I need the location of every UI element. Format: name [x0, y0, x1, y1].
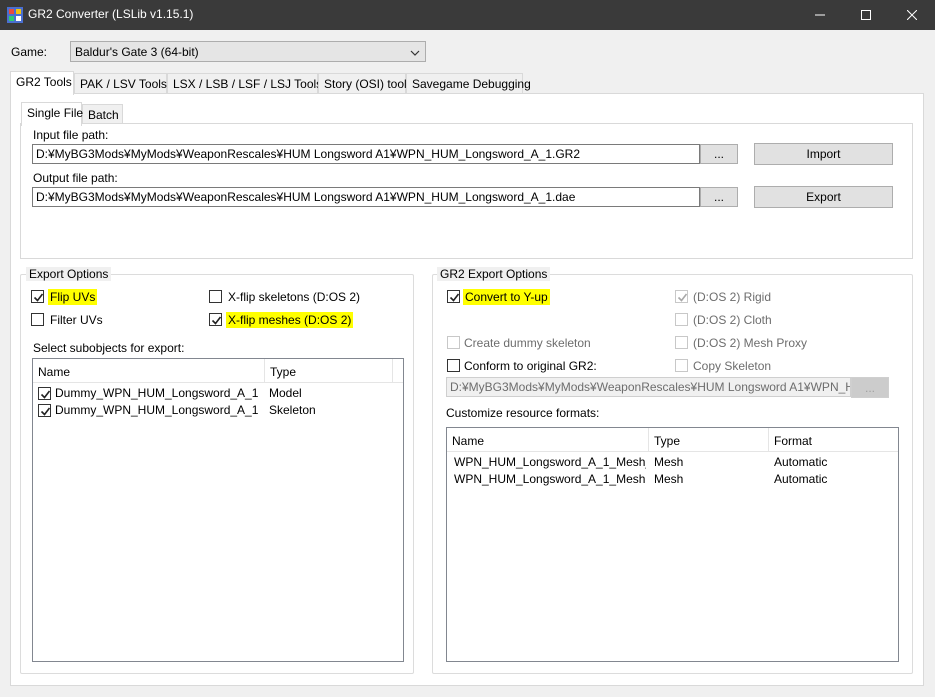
- mesh-proxy-label: (D:OS 2) Mesh Proxy: [693, 336, 808, 350]
- input-path-label: Input file path:: [33, 128, 109, 142]
- column-header-format[interactable]: Format: [769, 428, 898, 452]
- table-row[interactable]: Dummy_WPN_HUM_Longsword_A_1 Model: [33, 385, 403, 402]
- conform-checkbox[interactable]: [447, 359, 460, 372]
- chevron-down-icon: [410, 47, 420, 57]
- filter-uvs-checkbox[interactable]: [31, 313, 44, 326]
- title-bar: GR2 Converter (LSLib v1.15.1): [0, 0, 935, 30]
- row-type: Mesh: [654, 472, 684, 486]
- minimize-button[interactable]: [797, 0, 843, 30]
- row-format: Automatic: [774, 472, 828, 486]
- tab-savegame-debugging[interactable]: Savegame Debugging: [406, 73, 531, 94]
- checkmark-icon: [33, 293, 44, 302]
- output-path-label: Output file path:: [33, 171, 118, 185]
- row-checkbox[interactable]: [38, 404, 51, 417]
- tab-batch[interactable]: Batch: [82, 104, 123, 125]
- formats-label: Customize resource formats:: [446, 406, 600, 420]
- convert-yup-label: Convert to Y-up: [463, 289, 550, 305]
- table-row[interactable]: WPN_HUM_Longsword_A_1_Mesh_... Mesh Auto…: [447, 454, 898, 471]
- cloth-checkbox[interactable]: [675, 313, 688, 326]
- cloth-label: (D:OS 2) Cloth: [693, 313, 772, 327]
- subobjects-list[interactable]: Name Type Dummy_WPN_HUM_Longsword_A_1 Mo…: [32, 358, 404, 662]
- export-options-title: Export Options: [26, 267, 112, 281]
- table-row[interactable]: Dummy_WPN_HUM_Longsword_A_1 Skeleton: [33, 402, 403, 419]
- maximize-button[interactable]: [843, 0, 889, 30]
- game-dropdown-value: Baldur's Gate 3 (64-bit): [75, 45, 199, 59]
- dummy-skeleton-checkbox[interactable]: [447, 336, 460, 349]
- xflip-skeletons-label: X-flip skeletons (D:OS 2): [228, 290, 361, 304]
- row-checkbox[interactable]: [38, 387, 51, 400]
- xflip-meshes-label: X-flip meshes (D:OS 2): [226, 312, 354, 328]
- row-type: Skeleton: [269, 403, 316, 417]
- tab-lsx-tools[interactable]: LSX / LSB / LSF / LSJ Tools: [167, 73, 322, 94]
- conform-path-field[interactable]: D:¥MyBG3Mods¥MyMods¥WeaponRescales¥HUM L…: [446, 377, 851, 397]
- tab-single-file[interactable]: Single File: [21, 102, 83, 126]
- xflip-meshes-checkbox[interactable]: [209, 313, 222, 326]
- game-dropdown[interactable]: Baldur's Gate 3 (64-bit): [70, 41, 426, 62]
- checkmark-icon: [40, 407, 51, 416]
- filter-uvs-label: Filter UVs: [50, 313, 103, 327]
- subobjects-header: Name Type: [33, 359, 403, 383]
- column-header-name[interactable]: Name: [33, 359, 265, 383]
- checkmark-icon: [449, 293, 460, 302]
- flip-uvs-checkbox[interactable]: [31, 290, 44, 303]
- row-format: Automatic: [774, 455, 828, 469]
- checkmark-icon: [677, 293, 688, 302]
- input-browse-button[interactable]: ...: [700, 144, 738, 164]
- row-type: Model: [269, 386, 302, 400]
- column-header-name[interactable]: Name: [447, 428, 649, 452]
- dummy-skeleton-label: Create dummy skeleton: [464, 336, 591, 350]
- tab-gr2-tools[interactable]: GR2 Tools: [10, 71, 74, 95]
- row-name: Dummy_WPN_HUM_Longsword_A_1: [55, 386, 259, 400]
- close-icon: [907, 10, 917, 20]
- copy-skeleton-checkbox[interactable]: [675, 359, 688, 372]
- maximize-icon: [861, 10, 871, 20]
- window-title: GR2 Converter (LSLib v1.15.1): [28, 7, 194, 21]
- copy-skeleton-label: Copy Skeleton: [693, 359, 772, 373]
- row-name: WPN_HUM_Longsword_A_1_Mesh: [454, 472, 646, 486]
- mesh-proxy-checkbox[interactable]: [675, 336, 688, 349]
- conform-label: Conform to original GR2:: [464, 359, 597, 373]
- checkmark-icon: [40, 390, 51, 399]
- close-button[interactable]: [889, 0, 935, 30]
- output-browse-button[interactable]: ...: [700, 187, 738, 207]
- tab-story-tools[interactable]: Story (OSI) tools: [318, 73, 413, 94]
- import-button[interactable]: Import: [754, 143, 893, 165]
- rigid-checkbox[interactable]: [675, 290, 688, 303]
- input-path-field[interactable]: D:¥MyBG3Mods¥MyMods¥WeaponRescales¥HUM L…: [32, 144, 700, 164]
- xflip-skeletons-checkbox[interactable]: [209, 290, 222, 303]
- row-name: Dummy_WPN_HUM_Longsword_A_1: [55, 403, 259, 417]
- minimize-icon: [815, 14, 825, 16]
- export-button[interactable]: Export: [754, 186, 893, 208]
- game-label: Game:: [11, 45, 48, 59]
- conform-browse-button[interactable]: ...: [851, 377, 889, 398]
- formats-header: Name Type Format: [447, 428, 898, 452]
- output-path-field[interactable]: D:¥MyBG3Mods¥MyMods¥WeaponRescales¥HUM L…: [32, 187, 700, 207]
- column-header-type[interactable]: Type: [265, 359, 393, 383]
- gr2-export-options-title: GR2 Export Options: [437, 267, 551, 281]
- row-type: Mesh: [654, 455, 684, 469]
- resource-formats-list[interactable]: Name Type Format WPN_HUM_Longsword_A_1_M…: [446, 427, 899, 662]
- checkmark-icon: [211, 316, 222, 325]
- subobjects-label: Select subobjects for export:: [33, 341, 185, 355]
- tab-pak-lsv-tools[interactable]: PAK / LSV Tools: [74, 73, 167, 94]
- row-name: WPN_HUM_Longsword_A_1_Mesh_...: [454, 455, 646, 469]
- flip-uvs-label: Flip UVs: [48, 289, 98, 305]
- convert-yup-checkbox[interactable]: [447, 290, 460, 303]
- table-row[interactable]: WPN_HUM_Longsword_A_1_Mesh Mesh Automati…: [447, 471, 898, 488]
- column-header-type[interactable]: Type: [649, 428, 769, 452]
- app-icon: [7, 7, 23, 23]
- rigid-label: (D:OS 2) Rigid: [693, 290, 772, 304]
